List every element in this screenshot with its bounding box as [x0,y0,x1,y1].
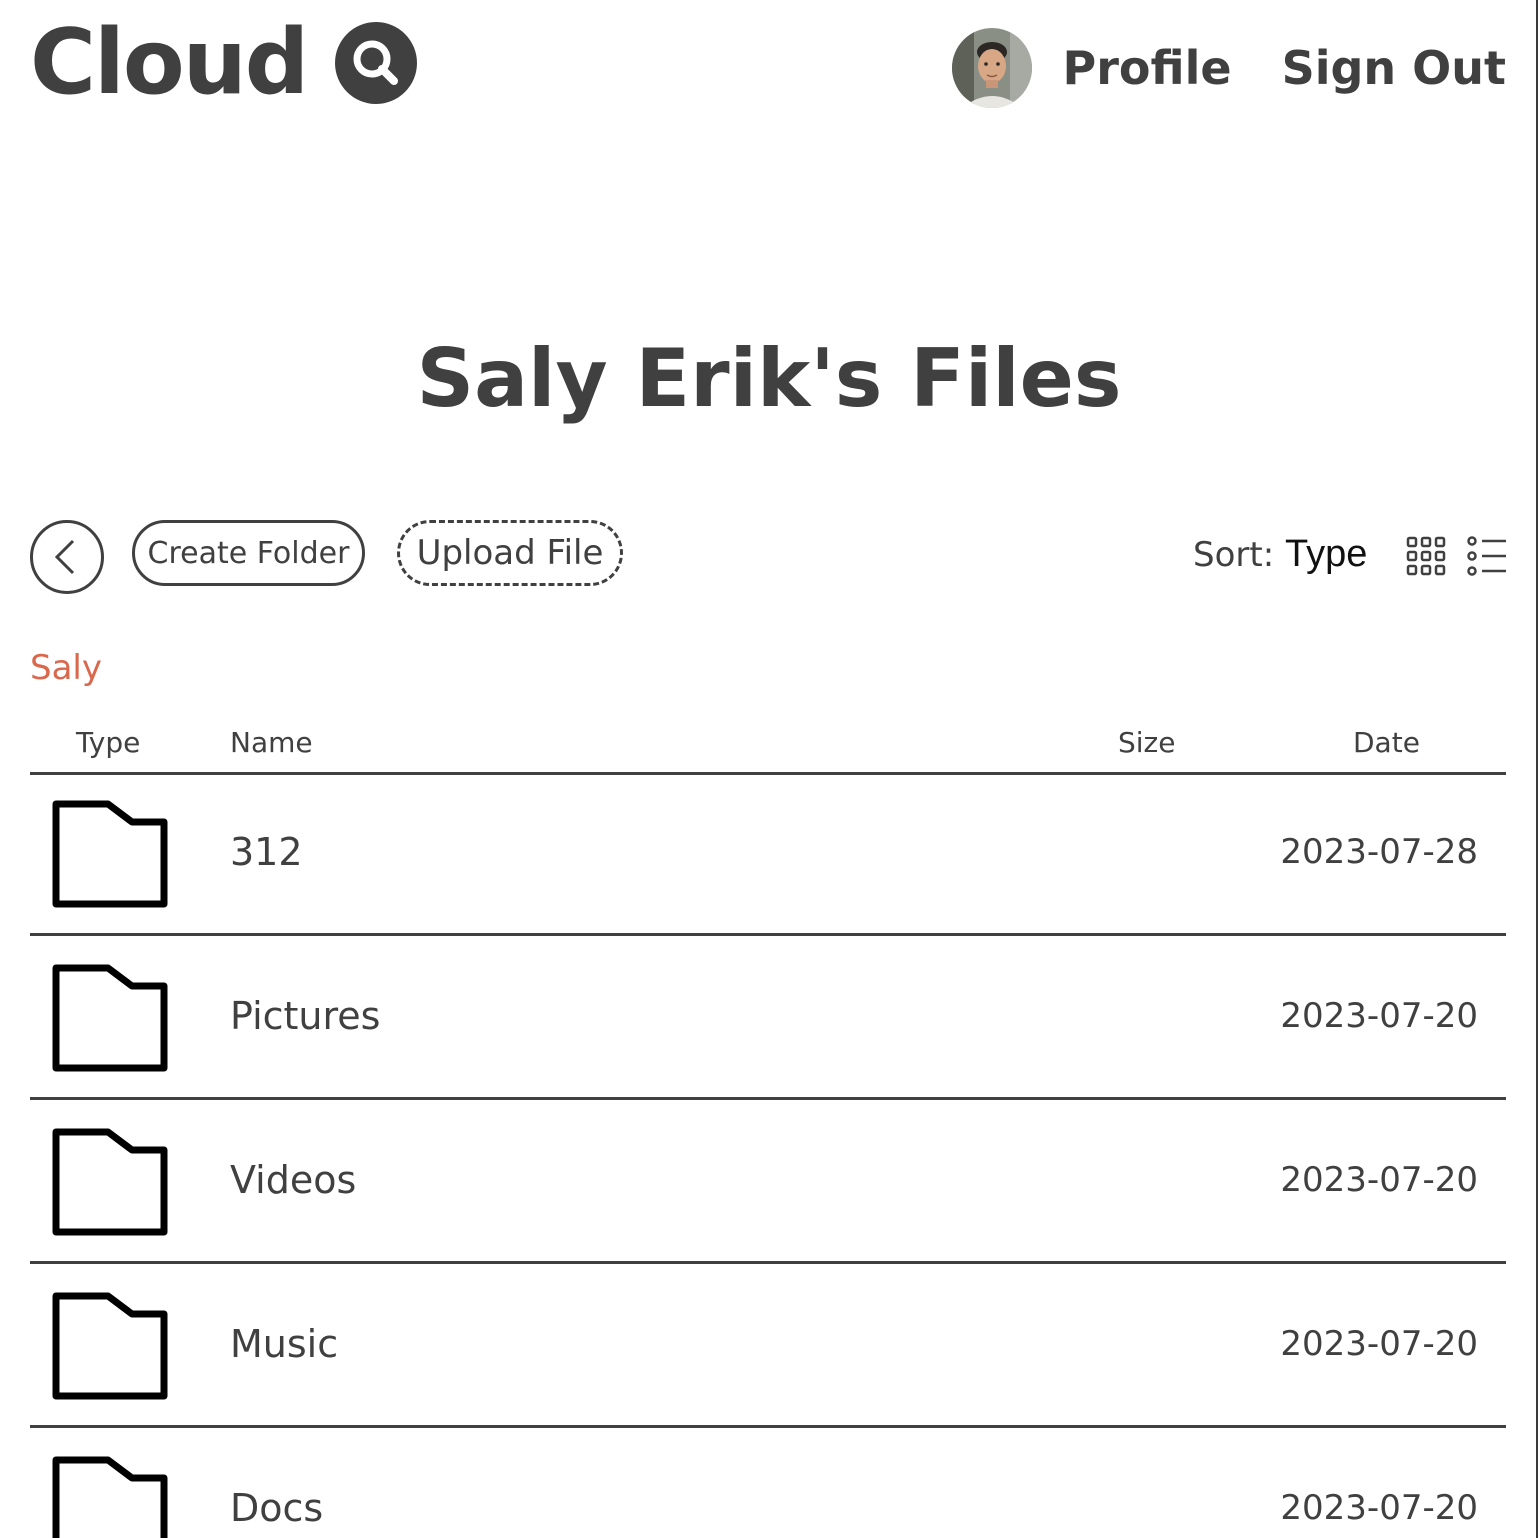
table-row[interactable]: 312 2023-07-28 [30,772,1506,936]
column-header-date[interactable]: Date [1353,726,1420,759]
user-nav: Profile Sign Out [952,28,1506,108]
row-date: 2023-07-20 [1280,996,1478,1036]
file-list: 312 2023-07-28 Pictures 2023-07-20 Video… [30,772,1506,1538]
row-name: Pictures [230,994,381,1038]
row-name: 312 [230,830,303,874]
avatar-image [952,28,1033,108]
row-date: 2023-07-20 [1280,1160,1478,1200]
folder-icon [52,1128,168,1236]
sort-label: Sort: [1193,535,1275,575]
table-header: Type Name Size Date [30,722,1506,775]
column-header-name[interactable]: Name [230,726,313,759]
table-row[interactable]: Music 2023-07-20 [30,1264,1506,1428]
upload-file-button[interactable]: Upload File [397,520,623,586]
folder-icon [52,800,168,908]
folder-icon [52,1456,168,1538]
column-header-size[interactable]: Size [1118,726,1175,759]
breadcrumb[interactable]: Saly [30,648,102,688]
list-view-icon[interactable] [1466,535,1508,577]
row-date: 2023-07-20 [1280,1324,1478,1364]
logo-text: Cloud [30,10,309,115]
avatar[interactable] [952,28,1033,108]
row-name: Docs [230,1486,324,1530]
table-row[interactable]: Docs 2023-07-20 [30,1428,1506,1538]
table-row[interactable]: Pictures 2023-07-20 [30,936,1506,1100]
grid-view-icon[interactable] [1405,535,1447,577]
search-icon [335,22,418,104]
profile-link[interactable]: Profile [1062,41,1231,95]
create-folder-button[interactable]: Create Folder [132,520,365,586]
column-header-type[interactable]: Type [76,726,140,759]
row-name: Music [230,1322,339,1366]
folder-icon [52,1292,168,1400]
page: Cloud Profile Sign Out Saly Erik's Files… [0,0,1538,1538]
table-row[interactable]: Videos 2023-07-20 [30,1100,1506,1264]
chevron-left-icon [54,539,75,575]
sign-out-link[interactable]: Sign Out [1282,41,1506,95]
logo[interactable]: Cloud [30,10,418,115]
page-title: Saly Erik's Files [416,332,1122,425]
sort-value[interactable]: Type [1285,533,1367,575]
folder-icon [52,964,168,1072]
sort-control[interactable]: Sort: Type [1193,533,1367,576]
row-date: 2023-07-28 [1280,832,1478,872]
row-date: 2023-07-20 [1280,1488,1478,1528]
row-name: Videos [230,1158,357,1202]
back-button[interactable] [30,520,104,594]
